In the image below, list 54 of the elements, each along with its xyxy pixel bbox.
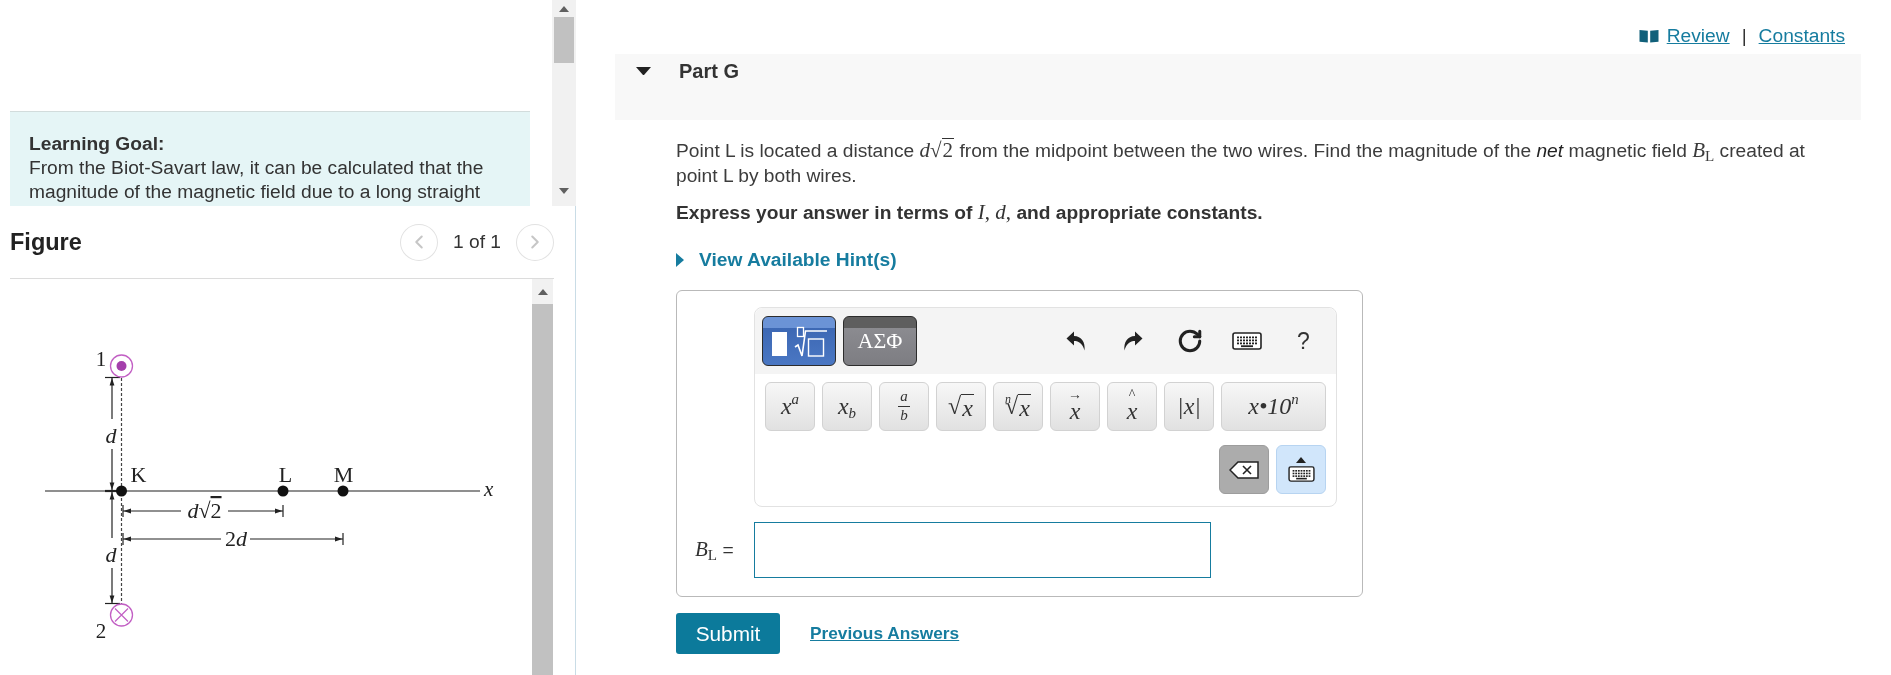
keyboard-icon [1286,466,1316,482]
point-label: M [333,462,354,487]
submit-button[interactable]: Submit [676,613,780,654]
scroll-up-icon[interactable] [537,288,548,295]
wire-label: 2 [95,619,107,643]
point-label: K [130,462,147,487]
question-text: Point L is located a distance d√2 from the midpoint between the two wires. Find the magnitude of the net magnetic field B$_{L}$ created at point L by both wires. [676,138,1806,188]
link-separator: | [1741,25,1747,47]
learning-goal-title: Learning Goal: [29,132,166,156]
backspace-button[interactable] [1219,445,1269,494]
scrollbar-thumb[interactable] [554,17,574,63]
subscript-button[interactable]: x$_{b}$ [822,382,872,431]
help-button[interactable]: ? [1297,329,1310,353]
review-link[interactable]: Review [1638,25,1730,47]
caret-up-icon [1296,457,1306,463]
dot-icon [277,485,289,497]
scroll-down-icon[interactable] [559,188,569,194]
symbols-button[interactable]: ΑΣΦ [843,316,917,366]
superscript-button[interactable]: x$^{a}$ [765,382,815,431]
template-icon [770,325,828,357]
answer-field[interactable] [754,522,1211,578]
scroll-up-icon[interactable] [559,5,569,12]
point-label: L [278,462,293,487]
axis-label: x [484,477,494,501]
part-title: Part G [679,59,740,83]
backspace-icon [1229,460,1259,479]
templates-button[interactable] [762,316,836,366]
figure-title: Figure [10,228,82,256]
fraction-button[interactable]: a b [879,382,929,431]
square-root-button[interactable]: √x [936,382,986,431]
absolute-value-button[interactable]: |x| [1164,382,1214,431]
answer-label: B$_{L}$ = [694,539,735,561]
distance-label: 2d [225,526,247,551]
circled-dot-icon [109,354,134,378]
vector-button[interactable]: → x [1050,382,1100,431]
learning-goal-text: From the Biot-Savart law, it can be calculated that the magnitude of the magnetic field due to a long straight [29,156,485,204]
dot-icon [116,485,127,497]
circled-x-icon [109,603,134,627]
book-icon [1638,29,1659,43]
keyboard-icon [1231,332,1262,350]
previous-answers-link[interactable]: Previous Answers [810,623,960,644]
constants-link[interactable]: Constants [1758,25,1845,47]
instruction-text: Express your answer in terms of I, d, and appropriate constants. [676,200,1263,225]
distance-label: d [105,542,117,567]
unit-vector-button[interactable]: ^ x [1107,382,1157,431]
scientific-notation-button[interactable]: x•10$^{n}$ [1221,382,1326,431]
reset-icon[interactable] [1176,328,1203,354]
wire-label: 1 [95,347,107,371]
hint-link[interactable]: View Available Hint(s) [676,247,897,272]
dot-icon [337,485,349,497]
keyboard-toggle-button[interactable] [1276,445,1326,494]
distance-label: d√2 [187,498,222,523]
distance-label: d [105,423,117,448]
page-indicator: 1 of 1 [453,231,501,253]
